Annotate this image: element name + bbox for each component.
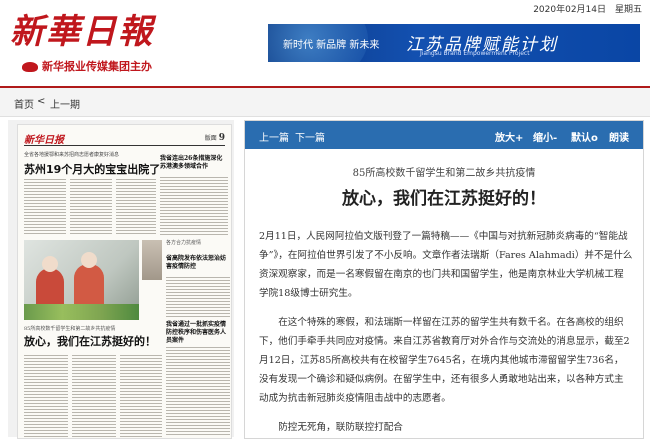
article-paragraph: 2月11日，人民网阿拉伯文版刊登了一篇特稿——《中国与对抗新冠肺炎病毒的“智能战… (259, 231, 633, 299)
prev-article-button[interactable]: 上一篇 (259, 129, 289, 144)
article-toolbar: 上一篇 下一篇 放大+ 缩小- 默认o 朗读 (245, 121, 643, 149)
mini-text-column (166, 345, 230, 437)
mini-masthead: 新华日报 (24, 135, 64, 146)
zoom-in-button[interactable]: 放大+ (495, 129, 523, 144)
article-pane: 上一篇 下一篇 放大+ 缩小- 默认o 朗读 85所高校数千留学生和第二故乡共抗… (244, 120, 644, 439)
article-paragraph: 在这个特殊的寒假，和法瑞斯一样留在江苏的留学生共有数千名。在各高校的组织下，他们… (259, 317, 630, 404)
nav-prev-issue-link[interactable]: 上一期 (50, 96, 80, 111)
mini-kicker-1[interactable]: 全省各地援鄂和来苏招商志愿者康复好消息 (24, 151, 119, 158)
publisher-text: 新华报业传媒集团主办 (42, 60, 152, 73)
mini-kicker-3[interactable]: 85所高校数千留学生和第二故乡共抗疫情 (24, 325, 115, 332)
publisher-logo-icon (22, 62, 38, 72)
issue-date: 2020年02月14日 星期五 (533, 5, 642, 15)
read-aloud-button[interactable]: 朗读 (609, 129, 629, 144)
banner-slogan: 新时代 新品牌 新未来 (283, 40, 380, 51)
mini-page-number-value: 9 (218, 133, 225, 143)
page-thumbnail-pane: 新华日报 版面 9 全省各地援鄂和来苏招商志愿者康复好消息 苏州19个月大的宝宝… (8, 120, 234, 439)
mini-text-column (116, 177, 156, 235)
site-header: 新華日報 新华报业传媒集团主办 2020年02月14日 星期五 新时代 新品牌 … (0, 0, 650, 86)
mini-rule (24, 145, 225, 146)
article-body: 2月11日，人民网阿拉伯文版刊登了一篇特稿——《中国与对抗新冠肺炎病毒的“智能战… (259, 227, 633, 447)
mini-text-column (120, 353, 162, 437)
publisher-label: 新华报业传媒集团主办 (22, 58, 152, 74)
mini-headline-3[interactable]: 放心，我们在江苏挺好的！ (24, 333, 156, 349)
default-size-button[interactable]: 默认o (571, 129, 598, 144)
nav-home-link[interactable]: 首页 (14, 96, 34, 111)
article-title: 放心，我们在江苏挺好的！ (342, 189, 546, 209)
mini-side-headline-3[interactable]: 我省通过一批抓实疫情防控秩序和伤害医务人员案件 (166, 321, 230, 345)
mini-text-column (72, 353, 116, 437)
mini-photo-small (142, 240, 162, 280)
mini-text-column (166, 275, 230, 317)
mini-side-kicker-2[interactable]: 各方合力抗疫情 (166, 239, 230, 246)
nav-separator: < (37, 96, 46, 107)
zoom-out-button[interactable]: 缩小- (533, 129, 557, 144)
mini-side-headline-2[interactable]: 省高院发布依法惩治妨害疫情防控 (166, 255, 230, 271)
brand-banner-ad[interactable]: 新时代 新品牌 新未来 江苏品牌赋能计划 Jiangsu Brand Empow… (268, 24, 640, 62)
next-article-button[interactable]: 下一篇 (295, 129, 325, 144)
article-subtitle: 85所高校数千留学生和第二故乡共抗疫情 (352, 168, 536, 179)
site-logo[interactable]: 新華日報 (10, 4, 154, 53)
photo-head (42, 256, 58, 272)
mini-text-column (70, 177, 112, 235)
mini-text-column (160, 175, 228, 235)
mini-text-column (24, 177, 66, 235)
breadcrumb-nav: 首页 < 上一期 (0, 88, 650, 117)
mini-headline-1[interactable]: 苏州19个月大的宝宝出院了 (24, 161, 160, 177)
mini-side-headline-1[interactable]: 我省连出26条措施深化苏港澳多领域合作 (160, 155, 228, 171)
photo-head (81, 252, 97, 268)
banner-subtitle: Jiangsu Brand Empowerment Project (420, 50, 530, 57)
photo-vegetables (24, 304, 139, 320)
mini-page-label: 版面 (204, 135, 217, 142)
mini-page-number: 版面 9 (205, 133, 225, 143)
newspaper-page-thumbnail[interactable]: 新华日报 版面 9 全省各地援鄂和来苏招商志愿者康复好消息 苏州19个月大的宝宝… (17, 124, 232, 439)
mini-photo[interactable] (24, 240, 139, 320)
article-paragraph: 防控无死角，联防联控打配合 (278, 422, 403, 433)
mini-text-column (24, 353, 68, 437)
